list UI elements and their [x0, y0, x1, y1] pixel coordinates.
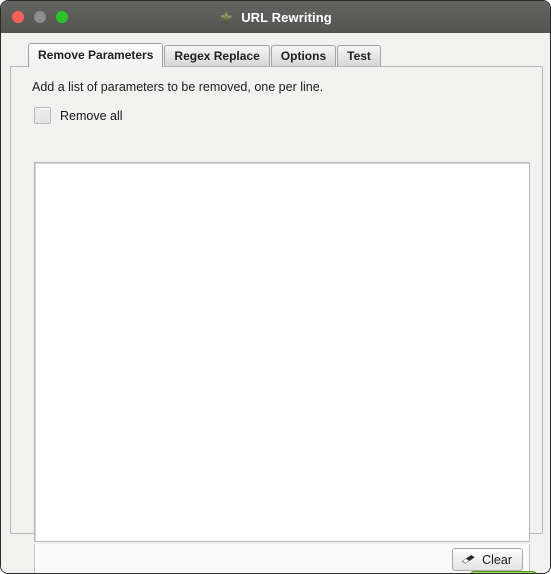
close-button[interactable]	[12, 11, 24, 23]
tab-regex-replace[interactable]: Regex Replace	[164, 45, 270, 67]
title-bar[interactable]: URL Rewriting	[1, 1, 550, 34]
clear-button[interactable]: Clear	[452, 548, 523, 571]
window-title: URL Rewriting	[241, 9, 332, 25]
window-content: Remove Parameters Regex Replace Options …	[1, 33, 550, 573]
tree-icon	[219, 10, 234, 25]
editor-toolbar: Clear	[34, 544, 530, 573]
tab-options[interactable]: Options	[270, 45, 337, 67]
tab-bar: Remove Parameters Regex Replace Options …	[10, 42, 543, 67]
title-group: URL Rewriting	[1, 1, 550, 33]
remove-all-checkbox-row[interactable]: Remove all	[34, 107, 123, 124]
tab-remove-parameters[interactable]: Remove Parameters	[28, 43, 164, 67]
panel-hint-text: Add a list of parameters to be removed, …	[32, 80, 324, 94]
clear-button-label: Clear	[482, 552, 512, 567]
url-rewriting-window: URL Rewriting Remove Parameters Regex Re…	[0, 0, 551, 574]
parameters-textarea[interactable]	[35, 163, 529, 541]
tab-test[interactable]: Test	[337, 45, 381, 67]
eraser-icon	[461, 554, 476, 565]
maximize-button[interactable]	[56, 11, 68, 23]
tab-widget: Remove Parameters Regex Replace Options …	[10, 42, 543, 573]
remove-all-checkbox[interactable]	[34, 107, 51, 124]
parameters-editor-frame	[34, 162, 530, 542]
tab-pane-remove-parameters: Add a list of parameters to be removed, …	[10, 66, 543, 573]
remove-all-label: Remove all	[60, 108, 123, 123]
minimize-button[interactable]	[34, 11, 46, 23]
